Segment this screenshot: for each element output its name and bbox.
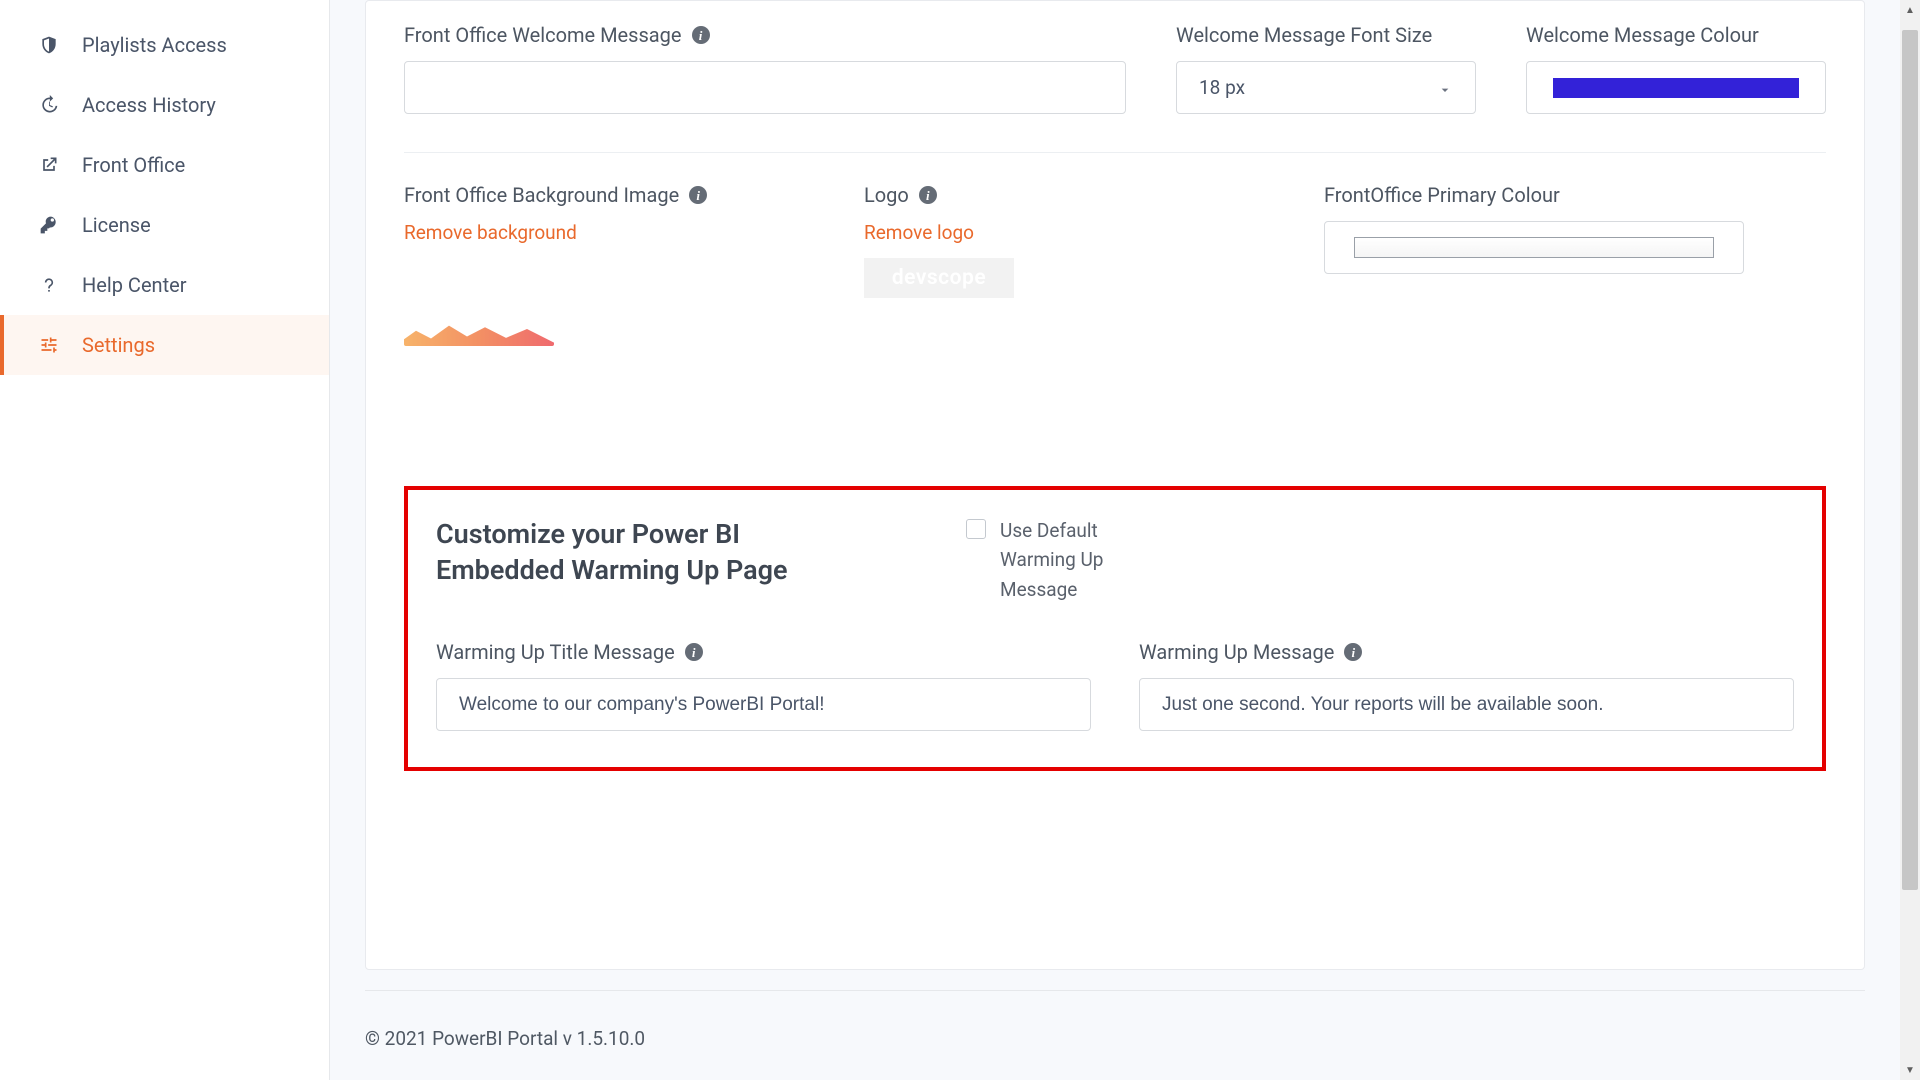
sidebar-item-access-history[interactable]: Access History bbox=[0, 75, 329, 135]
logo-thumbnail[interactable]: devscope bbox=[864, 258, 1014, 298]
sidebar-item-label: Help Center bbox=[82, 273, 187, 297]
info-icon[interactable]: i bbox=[685, 643, 703, 661]
scroll-thumb[interactable] bbox=[1902, 30, 1918, 890]
sidebar-item-front-office[interactable]: Front Office bbox=[0, 135, 329, 195]
history-icon bbox=[38, 95, 60, 115]
remove-background-link[interactable]: Remove background bbox=[404, 221, 804, 244]
info-icon[interactable]: i bbox=[919, 186, 937, 204]
sidebar: Playlists Access Access History Front Of… bbox=[0, 0, 330, 1080]
use-default-label: Use Default Warming Up Message bbox=[1000, 516, 1166, 604]
warming-up-heading: Customize your Power BI Embedded Warming… bbox=[436, 516, 836, 589]
info-icon[interactable]: i bbox=[692, 26, 710, 44]
shield-icon bbox=[38, 35, 60, 55]
external-link-icon bbox=[38, 155, 60, 175]
primary-colour-swatch bbox=[1354, 237, 1714, 258]
sidebar-item-settings[interactable]: Settings bbox=[0, 315, 329, 375]
font-size-select[interactable]: 18 px bbox=[1176, 61, 1476, 114]
info-icon[interactable]: i bbox=[1344, 643, 1362, 661]
sidebar-item-label: Access History bbox=[82, 93, 216, 117]
chevron-down-icon bbox=[1437, 80, 1453, 96]
logo-label: Logo bbox=[864, 183, 909, 207]
logo-text: devscope bbox=[892, 266, 986, 290]
font-size-label: Welcome Message Font Size bbox=[1176, 23, 1432, 47]
message-colour-picker[interactable] bbox=[1526, 61, 1826, 114]
settings-card: Front Office Welcome Message i Welcome M… bbox=[365, 0, 1865, 970]
primary-colour-picker[interactable] bbox=[1324, 221, 1744, 274]
info-icon[interactable]: i bbox=[689, 186, 707, 204]
copyright-text: © 2021 PowerBI Portal v 1.5.10.0 bbox=[365, 1027, 645, 1050]
background-thumbnail[interactable] bbox=[404, 312, 554, 346]
font-size-value: 18 px bbox=[1199, 76, 1245, 99]
welcome-message-input[interactable] bbox=[404, 61, 1126, 114]
sidebar-item-label: Playlists Access bbox=[82, 33, 227, 57]
footer: © 2021 PowerBI Portal v 1.5.10.0 bbox=[365, 990, 1865, 1080]
use-default-checkbox[interactable] bbox=[966, 519, 986, 539]
warming-title-label: Warming Up Title Message bbox=[436, 640, 675, 664]
warming-message-input[interactable] bbox=[1139, 678, 1794, 731]
background-image-label: Front Office Background Image bbox=[404, 183, 679, 207]
warming-title-input[interactable] bbox=[436, 678, 1091, 731]
question-icon bbox=[38, 275, 60, 295]
sliders-icon bbox=[38, 335, 60, 355]
sidebar-item-help-center[interactable]: Help Center bbox=[0, 255, 329, 315]
scroll-up-arrow[interactable]: ▲ bbox=[1900, 0, 1920, 20]
divider bbox=[404, 152, 1826, 153]
key-icon bbox=[38, 215, 60, 235]
warming-message-label: Warming Up Message bbox=[1139, 640, 1334, 664]
welcome-message-label: Front Office Welcome Message bbox=[404, 23, 682, 47]
sidebar-item-playlists-access[interactable]: Playlists Access bbox=[0, 15, 329, 75]
scrollbar[interactable]: ▲ ▼ bbox=[1900, 0, 1920, 1080]
sidebar-item-label: Front Office bbox=[82, 153, 185, 177]
main-panel: Front Office Welcome Message i Welcome M… bbox=[330, 0, 1900, 1080]
sidebar-item-label: Settings bbox=[82, 333, 155, 357]
colour-swatch bbox=[1553, 78, 1799, 98]
scroll-down-arrow[interactable]: ▼ bbox=[1900, 1060, 1920, 1080]
message-colour-label: Welcome Message Colour bbox=[1526, 23, 1759, 47]
primary-colour-label: FrontOffice Primary Colour bbox=[1324, 183, 1560, 207]
sidebar-item-license[interactable]: License bbox=[0, 195, 329, 255]
warming-up-section: Customize your Power BI Embedded Warming… bbox=[404, 486, 1826, 771]
sidebar-item-label: License bbox=[82, 213, 151, 237]
remove-logo-link[interactable]: Remove logo bbox=[864, 221, 1264, 244]
